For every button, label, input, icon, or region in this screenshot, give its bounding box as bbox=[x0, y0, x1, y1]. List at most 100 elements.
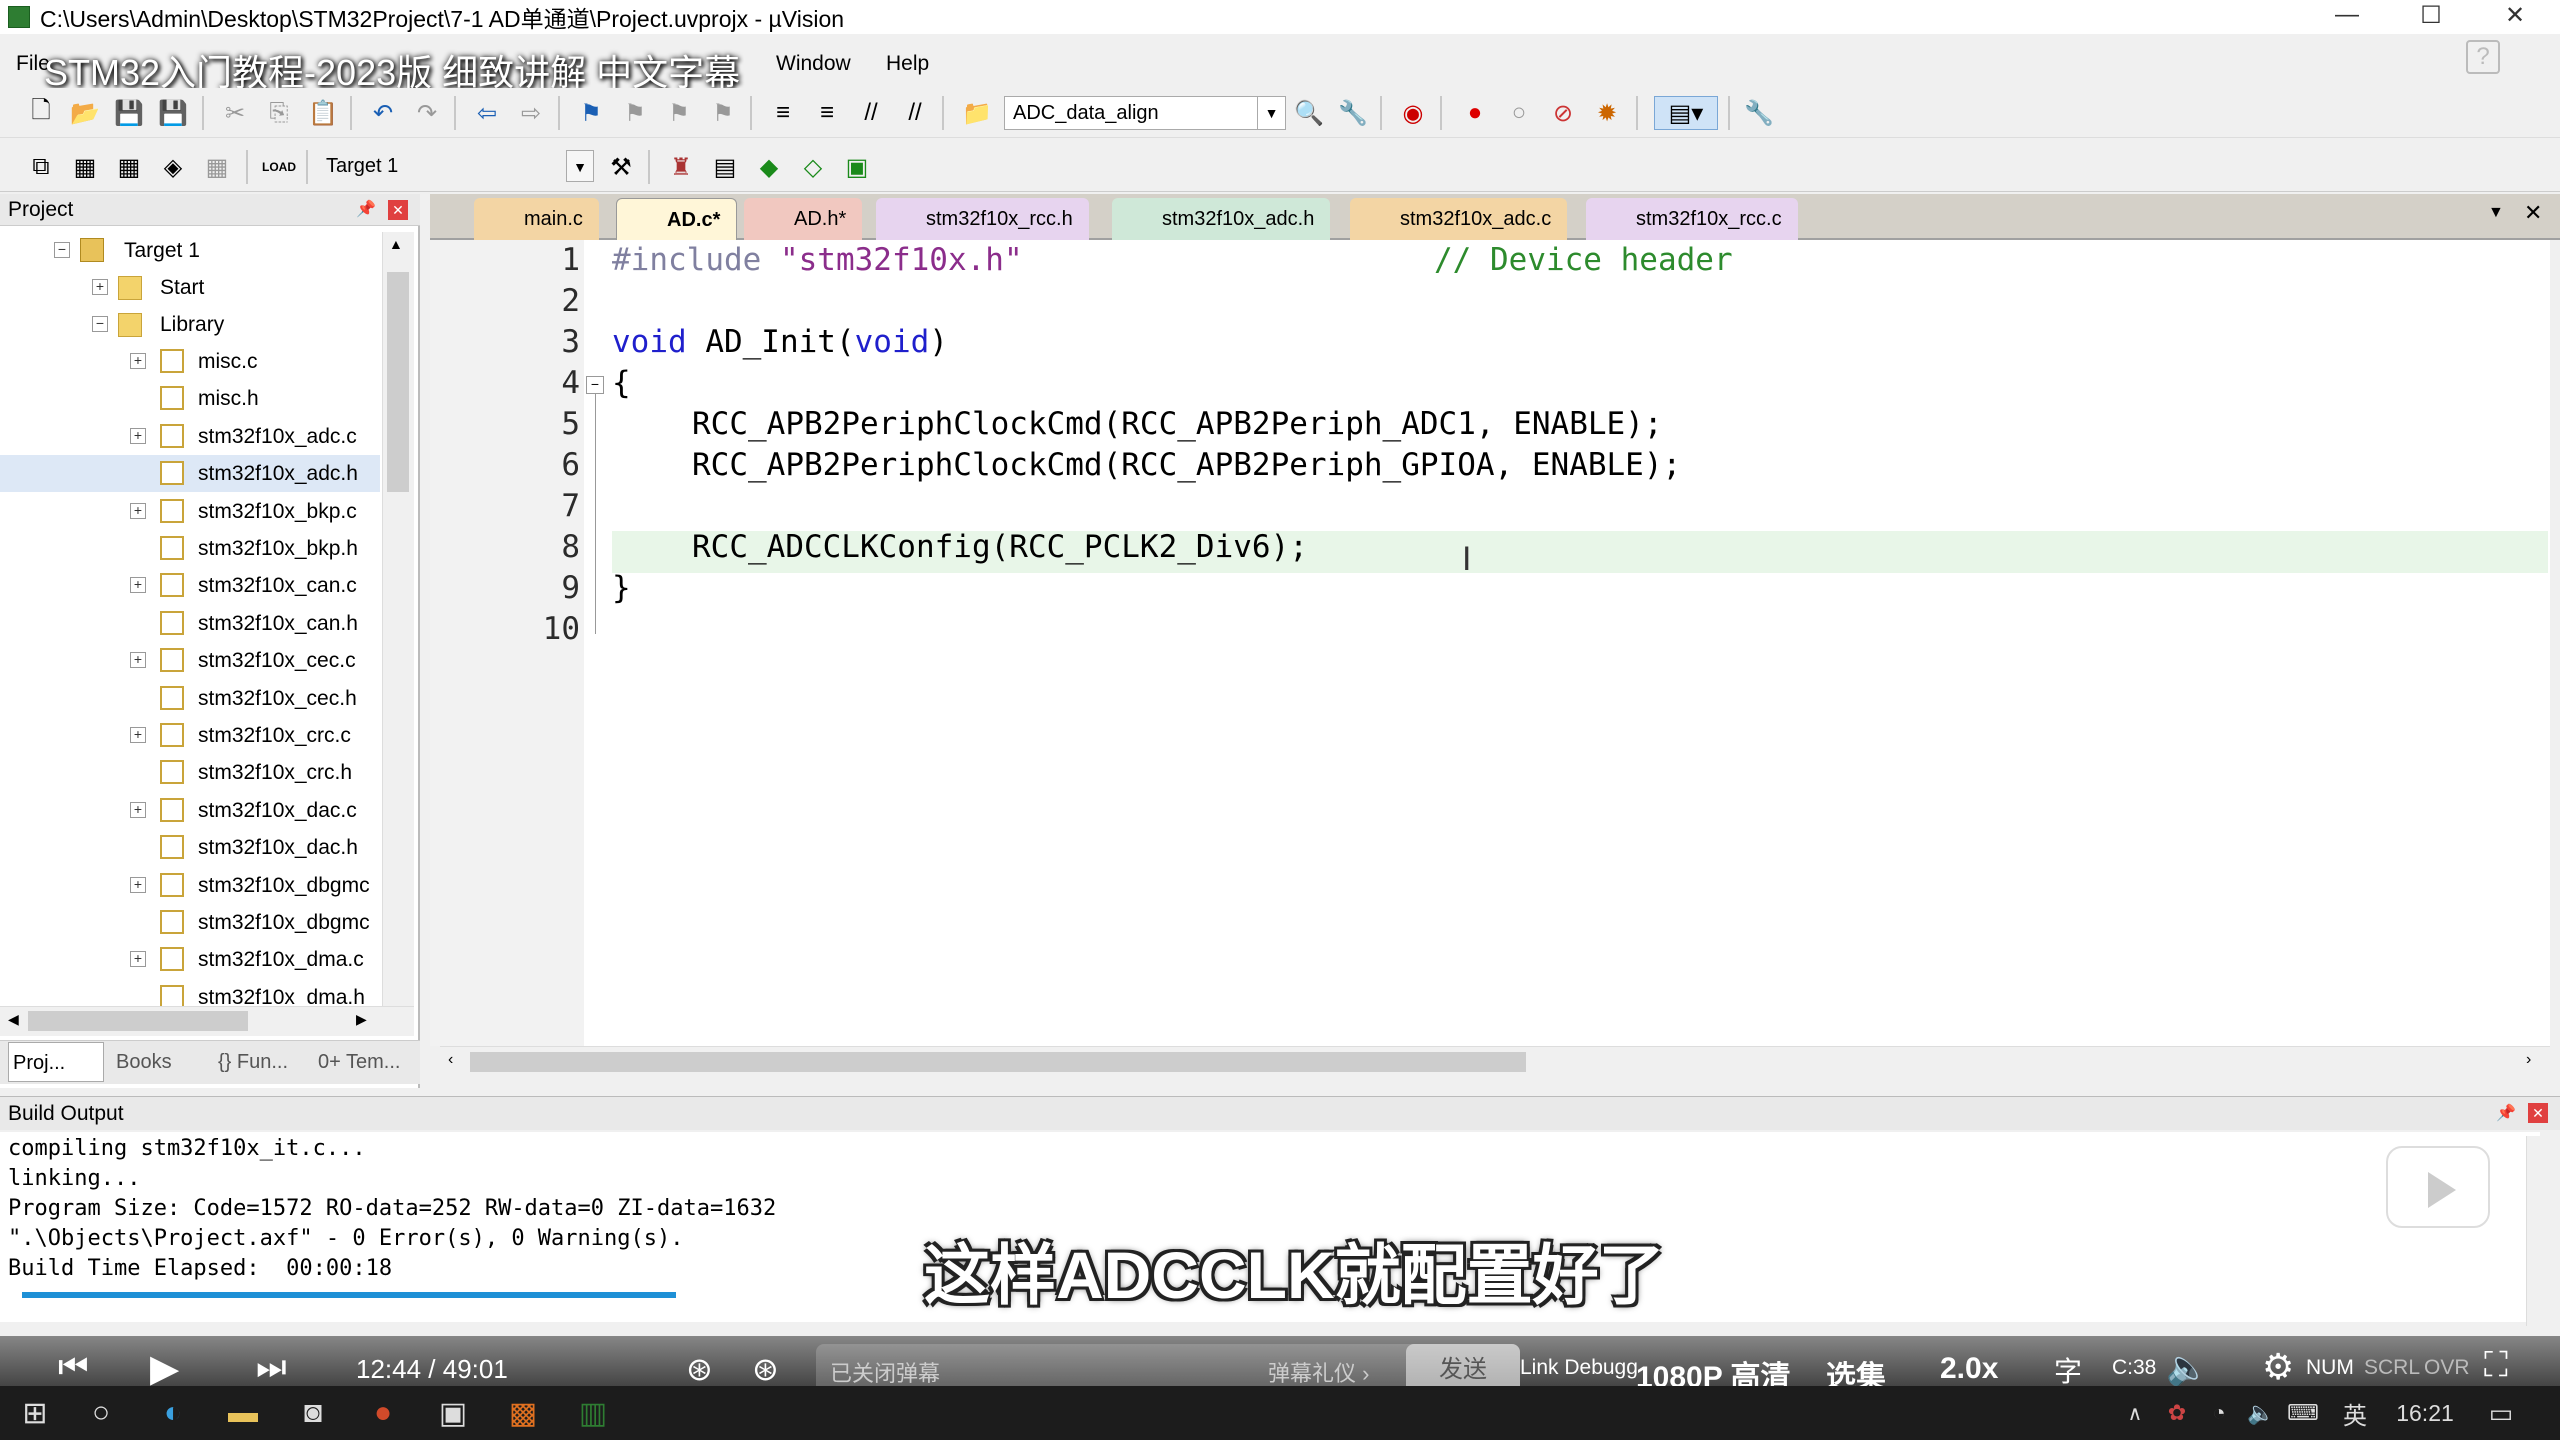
keyboard-icon[interactable]: ⌨ bbox=[2278, 1388, 2328, 1438]
app-icon[interactable]: ▩ bbox=[498, 1388, 548, 1438]
tab-stm32f10x-adc-c[interactable]: stm32f10x_adc.c bbox=[1350, 198, 1568, 240]
collapse-icon[interactable]: − bbox=[54, 242, 70, 258]
close-panel-icon[interactable]: ✕ bbox=[388, 200, 408, 220]
notification-icon[interactable]: ▭ bbox=[2476, 1388, 2526, 1438]
indent-icon[interactable]: ≡ bbox=[766, 96, 800, 130]
build-icon[interactable]: ▦ bbox=[68, 150, 102, 184]
comment-icon[interactable]: // bbox=[854, 96, 888, 130]
find-combo[interactable]: ADC_data_align ▼ bbox=[1004, 96, 1286, 130]
insert-breakpoint-icon[interactable]: ● bbox=[1458, 96, 1492, 130]
scrollbar-thumb[interactable] bbox=[28, 1011, 248, 1031]
speed-selector[interactable]: 2.0x bbox=[1940, 1352, 1998, 1386]
tree-file-item[interactable]: stm32f10x_can.h bbox=[0, 605, 380, 642]
next-icon[interactable]: ⏭ bbox=[256, 1348, 287, 1387]
select-packs-icon[interactable]: ◇ bbox=[796, 150, 830, 184]
tree-file-item[interactable]: stm32f10x_dac.h bbox=[0, 829, 380, 866]
play-icon[interactable]: ▶ bbox=[150, 1346, 179, 1391]
copy-icon[interactable]: ⎘ bbox=[262, 96, 296, 130]
tree-file-item[interactable]: stm32f10x_dbgmc bbox=[0, 904, 380, 941]
tree-file-item[interactable]: + stm32f10x_adc.c bbox=[0, 418, 380, 455]
redo-icon[interactable]: ↷ bbox=[410, 96, 444, 130]
save-all-icon[interactable]: 💾 bbox=[156, 96, 190, 130]
scroll-left-icon[interactable]: ‹ bbox=[448, 1051, 453, 1069]
tree-file-item[interactable]: + stm32f10x_dma.c bbox=[0, 941, 380, 978]
tree-item-library[interactable]: − Library bbox=[0, 306, 390, 343]
tab-stm32f10x-rcc-h[interactable]: stm32f10x_rcc.h bbox=[876, 198, 1089, 240]
debug-session-icon[interactable]: ◉ bbox=[1396, 96, 1430, 130]
collapse-icon[interactable]: − bbox=[92, 316, 108, 332]
expand-icon[interactable]: + bbox=[130, 427, 146, 444]
tab-stm32f10x-rcc-c[interactable]: stm32f10x_rcc.c bbox=[1586, 198, 1798, 240]
expand-icon[interactable]: + bbox=[130, 951, 146, 968]
editor-horizontal-scrollbar[interactable]: ‹ › bbox=[440, 1046, 2550, 1076]
tab-stm32f10x-adc-h[interactable]: stm32f10x_adc.h bbox=[1112, 198, 1331, 240]
settings-gear-icon[interactable]: ⚙ bbox=[2262, 1346, 2294, 1388]
scroll-left-icon[interactable]: ◀ bbox=[8, 1011, 19, 1028]
volume-icon[interactable]: 🔈 bbox=[2166, 1348, 2208, 1388]
pack-installer-icon[interactable]: ▣ bbox=[840, 150, 874, 184]
rebuild-icon[interactable]: ▦ bbox=[112, 150, 146, 184]
edge-browser-icon[interactable]: ◐ bbox=[148, 1388, 198, 1438]
maximize-button[interactable]: ☐ bbox=[2390, 0, 2472, 30]
danmu-settings-icon[interactable]: ⊛ bbox=[752, 1350, 779, 1388]
expand-icon[interactable]: + bbox=[130, 876, 146, 893]
close-panel-icon[interactable]: ✕ bbox=[2528, 1103, 2548, 1123]
manage-multi-project-icon[interactable]: ▤ bbox=[708, 150, 742, 184]
expand-icon[interactable]: + bbox=[130, 353, 146, 369]
unindent-icon[interactable]: ≡ bbox=[810, 96, 844, 130]
previous-icon[interactable]: ⏮ bbox=[58, 1348, 89, 1387]
next-bookmark-icon[interactable]: ⚑ bbox=[662, 96, 696, 130]
tree-file-item[interactable]: stm32f10x_cec.h bbox=[0, 680, 380, 717]
tree-file-item[interactable]: misc.h bbox=[0, 380, 380, 417]
tree-file-item[interactable]: stm32f10x_bkp.h bbox=[0, 530, 380, 567]
expand-icon[interactable]: + bbox=[130, 801, 146, 818]
tree-horizontal-scrollbar[interactable]: ◀ ▶ bbox=[0, 1006, 414, 1036]
download-icon[interactable]: LOAD bbox=[262, 150, 296, 184]
tree-file-item[interactable]: stm32f10x_adc.h bbox=[0, 455, 380, 493]
kill-breakpoints-icon[interactable]: ✹ bbox=[1590, 96, 1624, 130]
disable-breakpoints-icon[interactable]: ⊘ bbox=[1546, 96, 1580, 130]
prev-bookmark-icon[interactable]: ⚑ bbox=[618, 96, 652, 130]
file-explorer-icon[interactable]: ▬ bbox=[218, 1388, 268, 1438]
build-output-scrollbar[interactable] bbox=[2526, 1136, 2556, 1326]
tab-books[interactable]: Books bbox=[112, 1042, 208, 1082]
powerpoint-icon[interactable]: ● bbox=[358, 1388, 408, 1438]
expand-icon[interactable]: + bbox=[92, 279, 108, 295]
tab-main-c[interactable]: main.c bbox=[474, 198, 599, 240]
tab-list-icon[interactable]: ▼ bbox=[2488, 204, 2504, 222]
open-file-icon[interactable]: 📂 bbox=[68, 96, 102, 130]
danmu-toggle-icon[interactable]: ⊛ bbox=[686, 1350, 713, 1388]
minimize-button[interactable]: — bbox=[2306, 0, 2388, 30]
options-for-target-icon[interactable]: ⚒ bbox=[604, 150, 638, 184]
uvision-taskbar-icon[interactable]: ▥ bbox=[568, 1388, 618, 1438]
photos-app-icon[interactable]: ▣ bbox=[428, 1388, 478, 1438]
play-overlay-icon[interactable] bbox=[2386, 1146, 2490, 1228]
tab-project[interactable]: Proj... bbox=[8, 1042, 104, 1082]
uncomment-icon[interactable]: // bbox=[898, 96, 932, 130]
translate-icon[interactable]: ⧉ bbox=[24, 150, 58, 184]
manage-project-items-icon[interactable]: ♜ bbox=[664, 150, 698, 184]
code-editor[interactable] bbox=[430, 240, 2550, 1046]
incremental-find-icon[interactable]: 🔍 bbox=[1292, 96, 1326, 130]
scroll-right-icon[interactable]: › bbox=[2526, 1051, 2531, 1069]
search-icon[interactable]: ○ bbox=[76, 1388, 126, 1438]
stop-build-icon[interactable]: ▦ bbox=[200, 150, 234, 184]
tab-templates[interactable]: 0+ Tem... bbox=[314, 1042, 414, 1082]
bookmark-icon[interactable]: ⚑ bbox=[574, 96, 608, 130]
subtitle-toggle-icon[interactable]: 字 bbox=[2054, 1350, 2082, 1390]
cut-icon[interactable]: ✂ bbox=[218, 96, 252, 130]
tree-item-target[interactable]: − Target 1 bbox=[0, 232, 390, 269]
tree-file-item[interactable]: stm32f10x_crc.h bbox=[0, 754, 380, 791]
tree-file-item[interactable]: + stm32f10x_dac.c bbox=[0, 792, 380, 829]
windows-start-icon[interactable]: ⊞ bbox=[10, 1388, 60, 1438]
chevron-down-icon[interactable]: ▼ bbox=[566, 150, 594, 182]
tab-functions[interactable]: {} Fun... bbox=[214, 1042, 310, 1082]
expand-icon[interactable]: + bbox=[130, 727, 146, 743]
fullscreen-icon[interactable]: ⛶ bbox=[2484, 1346, 2508, 1385]
tree-vertical-scrollbar[interactable]: ▲ ▼ bbox=[382, 232, 414, 1028]
tree-file-item[interactable]: + stm32f10x_crc.c bbox=[0, 717, 380, 754]
close-window-button[interactable]: ✕ bbox=[2474, 0, 2556, 30]
navigate-forward-icon[interactable]: ⇨ bbox=[514, 96, 548, 130]
chevron-down-icon[interactable]: ▼ bbox=[1257, 97, 1285, 129]
tab-ad-c[interactable]: AD.c* bbox=[616, 198, 738, 240]
